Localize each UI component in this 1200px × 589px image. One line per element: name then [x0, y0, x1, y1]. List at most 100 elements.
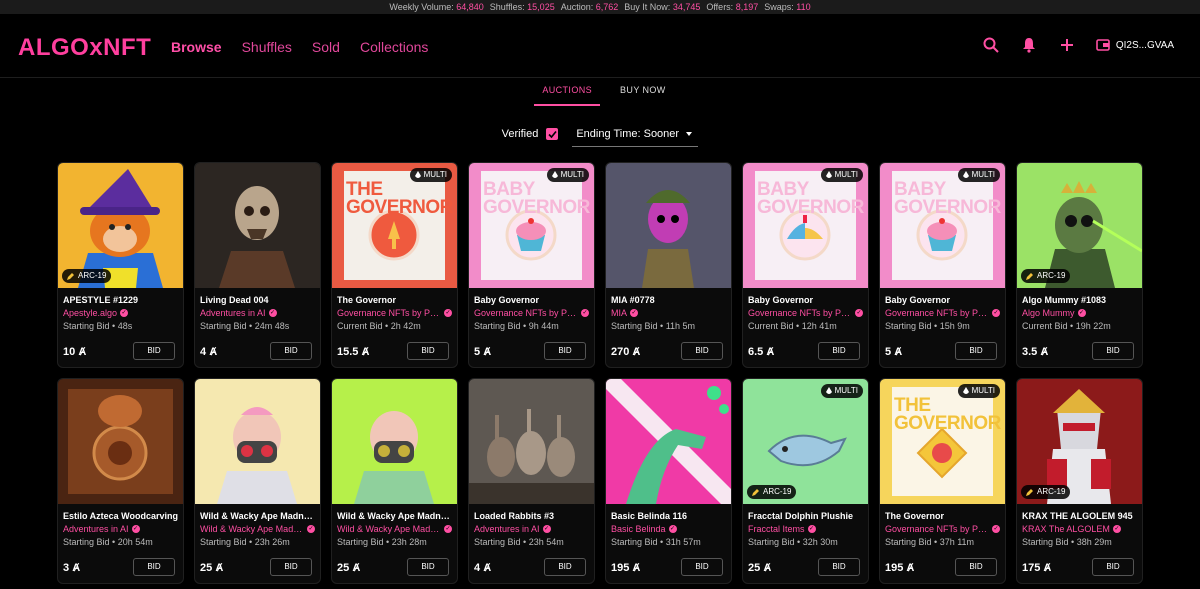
nft-card[interactable]: BABY GOVERNOR MULTI Baby Governor Governanc… — [742, 162, 869, 368]
nft-card[interactable]: BABY GOVERNOR MULTI Baby Governor Governanc… — [879, 162, 1006, 368]
bid-button[interactable]: BID — [544, 342, 586, 360]
bid-button[interactable]: BID — [544, 558, 586, 576]
tab-auctions[interactable]: AUCTIONS — [534, 78, 601, 106]
nft-card[interactable]: ARC-19 APESTYLE #1229 Apestyle.algo ✓ Starti… — [57, 162, 184, 368]
nft-name[interactable]: MIA #0778 — [611, 295, 728, 305]
nft-thumbnail[interactable] — [58, 379, 183, 504]
nft-collection[interactable]: Governance NFTs by Pera ✓ — [885, 308, 1002, 318]
nft-name[interactable]: Baby Governor — [885, 295, 1002, 305]
nft-thumbnail[interactable]: THE GOVERNOR MULTI — [332, 163, 457, 288]
nft-collection[interactable]: Adventures in AI ✓ — [63, 524, 180, 534]
bid-button[interactable]: BID — [270, 342, 312, 360]
nft-name[interactable]: Estilo Azteca Woodcarving — [63, 511, 180, 521]
nft-thumbnail[interactable] — [195, 379, 320, 504]
nft-name[interactable]: The Governor — [885, 511, 1002, 521]
nft-card[interactable]: Living Dead 004 Adventures in AI ✓ Starting… — [194, 162, 321, 368]
nav-link-browse[interactable]: Browse — [171, 39, 222, 55]
collection-name: Governance NFTs by Pera — [337, 308, 441, 318]
nav-link-collections[interactable]: Collections — [360, 39, 428, 55]
algoxnft-logo[interactable]: ALGOxNFT — [18, 34, 151, 62]
bid-button[interactable]: BID — [407, 342, 449, 360]
bell-icon[interactable] — [1020, 36, 1038, 54]
bid-button[interactable]: BID — [1092, 558, 1134, 576]
nft-thumbnail[interactable]: ARC-19 — [1017, 379, 1142, 504]
nft-collection[interactable]: Wild & Wacky Ape Madness ✓ — [337, 524, 454, 534]
nft-card[interactable]: ARC-19 Algo Mummy #1083 Algo Mummy ✓ Current… — [1016, 162, 1143, 368]
nft-thumbnail[interactable] — [469, 379, 594, 504]
nft-name[interactable]: Wild & Wacky Ape Madness — [337, 511, 454, 521]
nft-collection[interactable]: Apestyle.algo ✓ — [63, 308, 180, 318]
nav-link-shuffles[interactable]: Shuffles — [242, 39, 292, 55]
nft-thumbnail[interactable] — [195, 163, 320, 288]
nft-collection[interactable]: Governance NFTs by Pera ✓ — [474, 308, 591, 318]
bid-button[interactable]: BID — [818, 342, 860, 360]
nft-thumbnail[interactable]: BABY GOVERNOR MULTI — [743, 163, 868, 288]
bid-button[interactable]: BID — [681, 558, 723, 576]
nft-thumbnail[interactable]: BABY GOVERNOR MULTI — [469, 163, 594, 288]
nft-thumbnail[interactable] — [606, 163, 731, 288]
bid-button[interactable]: BID — [818, 558, 860, 576]
stat-label: Shuffles: — [489, 2, 525, 12]
algo-currency-icon: Ⱥ — [215, 562, 224, 574]
nft-card[interactable]: Estilo Azteca Woodcarving Adventures in A… — [57, 378, 184, 584]
nft-collection[interactable]: Wild & Wacky Ape Madness ✓ — [200, 524, 317, 534]
bid-button[interactable]: BID — [955, 558, 997, 576]
verified-checkbox[interactable] — [546, 128, 559, 140]
nft-collection[interactable]: Basic Belinda ✓ — [611, 524, 728, 534]
nft-name[interactable]: Baby Governor — [474, 295, 591, 305]
nft-thumbnail[interactable] — [606, 379, 731, 504]
nft-collection[interactable]: Governance NFTs by Pera ✓ — [748, 308, 865, 318]
nft-name[interactable]: KRAX THE ALGOLEM 945 — [1022, 511, 1139, 521]
price-value: 10 — [63, 346, 76, 358]
tab-buy-now[interactable]: BUY NOW — [620, 78, 666, 106]
nft-thumbnail[interactable]: THE GOVERNOR MULTI — [880, 379, 1005, 504]
sort-dropdown[interactable]: Ending Time: Sooner — [572, 121, 699, 147]
nft-card[interactable]: BABY GOVERNOR MULTI Baby Governor Governanc… — [468, 162, 595, 368]
nft-name[interactable]: The Governor — [337, 295, 454, 305]
nft-card[interactable]: Wild & Wacky Ape Madness Wild & Wacky Ape… — [331, 378, 458, 584]
nft-collection[interactable]: Governance NFTs by Pera ✓ — [337, 308, 454, 318]
time-remaining: 31h 57m — [665, 537, 701, 547]
verified-check-icon: ✓ — [630, 309, 639, 317]
bid-button[interactable]: BID — [681, 342, 723, 360]
nav-link-sold[interactable]: Sold — [312, 39, 340, 55]
nft-name[interactable]: Living Dead 004 — [200, 295, 317, 305]
bid-button[interactable]: BID — [133, 342, 175, 360]
bid-button[interactable]: BID — [407, 558, 449, 576]
nft-collection[interactable]: Adventures in AI ✓ — [200, 308, 317, 318]
nft-collection[interactable]: Adventures in AI ✓ — [474, 524, 591, 534]
nft-thumbnail[interactable]: ARC-19 — [1017, 163, 1142, 288]
nft-thumbnail[interactable]: BABY GOVERNOR MULTI — [880, 163, 1005, 288]
nft-card[interactable]: THE GOVERNOR MULTI The Governor Governance … — [879, 378, 1006, 584]
nft-name[interactable]: Basic Belinda 116 — [611, 511, 728, 521]
nft-collection[interactable]: Algo Mummy ✓ — [1022, 308, 1139, 318]
nft-card[interactable]: Wild & Wacky Ape Madness Wild & Wacky Ape… — [194, 378, 321, 584]
nft-thumbnail[interactable]: MULTI ARC-19 — [743, 379, 868, 504]
nft-thumbnail[interactable]: ARC-19 — [58, 163, 183, 288]
nft-name[interactable]: Algo Mummy #1083 — [1022, 295, 1139, 305]
nft-card[interactable]: THE GOVERNOR MULTI The Governor Governance … — [331, 162, 458, 368]
bid-button[interactable]: BID — [270, 558, 312, 576]
nft-name[interactable]: Loaded Rabbits #3 — [474, 511, 591, 521]
nft-collection[interactable]: Governance NFTs by Pera ✓ — [885, 524, 1002, 534]
nft-name[interactable]: Fracctal Dolphin Plushie — [748, 511, 865, 521]
nft-collection[interactable]: Fracctal Items ✓ — [748, 524, 865, 534]
bid-button[interactable]: BID — [1092, 342, 1134, 360]
nft-card[interactable]: Loaded Rabbits #3 Adventures in AI ✓ Starti… — [468, 378, 595, 584]
nft-card[interactable]: Basic Belinda 116 Basic Belinda ✓ Starting … — [605, 378, 732, 584]
nft-card[interactable]: ARC-19 KRAX THE ALGOLEM 945 KRAX The ALGOL… — [1016, 378, 1143, 584]
search-icon[interactable] — [982, 36, 1000, 54]
bid-button[interactable]: BID — [133, 558, 175, 576]
nft-name[interactable]: Baby Governor — [748, 295, 865, 305]
nft-thumbnail[interactable] — [332, 379, 457, 504]
nft-name[interactable]: Wild & Wacky Ape Madness — [200, 511, 317, 521]
bid-button[interactable]: BID — [955, 342, 997, 360]
nft-collection[interactable]: KRAX The ALGOLEM ✓ — [1022, 524, 1139, 534]
plus-icon[interactable] — [1058, 36, 1076, 54]
stat-label: Buy It Now: — [624, 2, 671, 12]
nft-card[interactable]: MULTI ARC-19 Fracctal Dolphin Plushie Fracc… — [742, 378, 869, 584]
nft-name[interactable]: APESTYLE #1229 — [63, 295, 180, 305]
wallet-button[interactable]: QI2S...GVAA — [1096, 39, 1174, 51]
nft-collection[interactable]: MIA ✓ — [611, 308, 728, 318]
nft-card[interactable]: MIA #0778 MIA ✓ Starting Bid • 11h 5m 270 Ⱥ B… — [605, 162, 732, 368]
